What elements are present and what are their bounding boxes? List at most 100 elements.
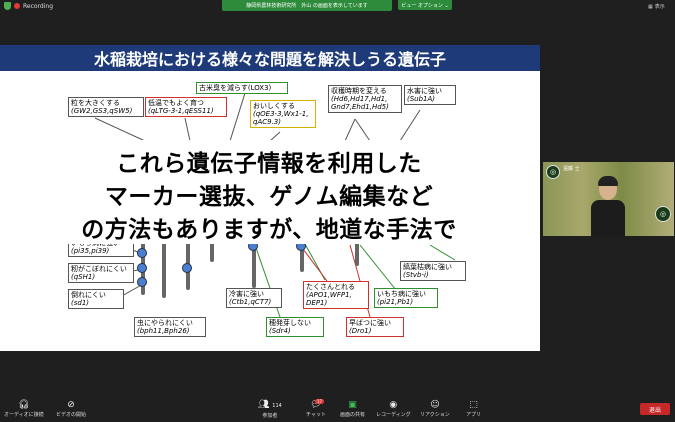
gene-box-label: 収穫時期を変える	[331, 87, 387, 95]
gene-box-label: おいしくする	[253, 102, 295, 110]
gene-box: 穂発芽しない (Sdr4)	[266, 317, 324, 337]
gene-box-genes: (pi21,Pb1)	[377, 298, 414, 306]
audio-label: オーディオに接続	[4, 412, 44, 418]
view-options-button[interactable]: ビュー オプション ⌄	[398, 0, 452, 10]
gene-box: 収穫時期を変える (Hd6,Hd17,Hd1, Gnd7,Ehd1,Hd5)	[328, 85, 402, 113]
person-body	[591, 200, 625, 236]
participants-label: 参加者	[262, 413, 278, 419]
gene-box-label: 籾がこぼれにくい	[71, 265, 127, 273]
recording-indicator[interactable]: Recording	[4, 2, 53, 10]
video-label: ビデオの開始	[56, 412, 87, 418]
apps-icon: ⬚	[469, 400, 478, 410]
gene-box-genes: (Sub1A)	[407, 95, 436, 103]
recording-label: Recording	[23, 2, 54, 10]
caption-overlay: これら遺伝子情報を利用した マーカー選抜、ゲノム編集など の方法もありますが、地…	[66, 140, 472, 244]
caption-line: マーカー選抜、ゲノム編集など	[104, 184, 434, 210]
participants-button[interactable]: 👥︎ 114 参加者	[258, 400, 282, 419]
headphones-icon: 🎧︎	[18, 400, 30, 410]
gene-box: 水害に強い (Sub1A)	[404, 85, 456, 105]
display-button[interactable]: ▦ 表示	[648, 3, 665, 11]
gene-box-genes: (Hd6,Hd17,Hd1, Gnd7,Ehd1,Hd5)	[331, 95, 389, 111]
participants-count: 114	[272, 403, 282, 409]
reaction-button[interactable]: ☺ リアクション	[420, 400, 450, 418]
chat-button[interactable]: 💬︎ 17 チャット	[306, 399, 326, 418]
gene-marker	[137, 248, 147, 258]
sharing-text: 静岡県農林技術研究所 外山 の画面を表示しています	[246, 3, 368, 9]
chat-badge: 17	[315, 399, 325, 404]
chromosome-bar	[162, 240, 166, 298]
gene-box-label: 穂発芽しない	[269, 319, 311, 327]
gene-box-label: 早ばつに強い	[349, 319, 391, 327]
gene-box-genes: (Ctb1,qCT7)	[229, 298, 272, 306]
gene-box-label: 倒れにくい	[71, 291, 106, 299]
participant-name: 遠藤 士	[563, 166, 580, 172]
people-icon: 👥︎ 114	[258, 400, 282, 410]
gene-box: 縞葉枯病に強い (Stvb-i)	[400, 261, 466, 281]
gene-box: たくさんとれる (APO1,WFP1, DEP1)	[303, 281, 369, 309]
gene-box-label: 虫にやられにくい	[137, 319, 193, 327]
chat-label: チャット	[306, 412, 326, 418]
gene-box-genes: (Stvb-i)	[403, 271, 429, 279]
gene-box-genes: (qLTG-3-1,qESS11)	[148, 107, 214, 115]
meeting-toolbar: 🎧︎ オーディオに接続 ⊘ ビデオの開始 👥︎ 114 参加者 💬︎ 17 チャ…	[0, 397, 675, 422]
record-icon: ◉	[389, 400, 398, 410]
video-button[interactable]: ⊘ ビデオの開始	[56, 400, 86, 418]
gene-box-genes: (pi35,pi39)	[71, 247, 110, 255]
gene-box-label: 冷害に強い	[229, 290, 264, 298]
record-dot-icon	[14, 3, 20, 9]
gene-box-genes: (APO1,WFP1, DEP1)	[306, 291, 352, 307]
record-button[interactable]: ◉ レコーディング	[376, 400, 411, 418]
emblem-icon: ◎	[546, 165, 560, 179]
leave-button[interactable]: 退出	[640, 403, 670, 415]
gene-marker	[182, 263, 192, 273]
gene-box-label: 古米臭を減らす(LOX3)	[199, 84, 272, 92]
gene-box-genes: (qSH1)	[71, 273, 96, 281]
gene-box: 倒れにくい (sd1)	[68, 289, 124, 309]
gene-box-label: 水害に強い	[407, 87, 442, 95]
participant-video[interactable]: ◎ 遠藤 士 ◎	[543, 162, 674, 236]
apps-button[interactable]: ⬚ アプリ	[466, 400, 481, 418]
gene-box: 粒を大きくする (GW2,GS3,qSW5)	[68, 97, 144, 117]
view-options-label: ビュー オプション ⌄	[401, 2, 449, 9]
gene-box-genes: (Sdr4)	[269, 327, 291, 335]
gene-box-genes: (Dro1)	[349, 327, 372, 335]
gene-box-label: いもち病に強い	[377, 290, 426, 298]
gene-box: 早ばつに強い (Dro1)	[346, 317, 404, 337]
display-label: 表示	[654, 4, 665, 10]
gene-box-genes: (sd1)	[71, 299, 90, 307]
gene-marker	[137, 277, 147, 287]
gene-box-genes: (bph11,Bph26)	[137, 327, 190, 335]
gene-box: 古米臭を減らす(LOX3)	[196, 82, 288, 94]
audio-button[interactable]: 🎧︎ オーディオに接続	[4, 400, 44, 418]
gene-box: いもち病に強い (pi21,Pb1)	[374, 288, 438, 308]
leave-label: 退出	[648, 406, 661, 414]
person-hair	[598, 176, 618, 186]
share-screen-button[interactable]: ▣ 画面の共有	[340, 400, 365, 418]
gene-box: おいしくする (qOE3-3,Wx1-1, qAC9.3)	[250, 100, 316, 128]
gene-box: 籾がこぼれにくい (qSH1)	[68, 263, 134, 283]
share-label: 画面の共有	[340, 412, 366, 418]
emblem-icon: ◎	[655, 206, 671, 222]
gene-box-label: 粒を大きくする	[71, 99, 120, 107]
video-off-icon: ⊘	[67, 400, 75, 410]
gene-box-genes: (qOE3-3,Wx1-1, qAC9.3)	[253, 110, 309, 126]
gene-box-label: たくさんとれる	[306, 283, 355, 291]
gene-box: 低温でもよく育つ (qLTG-3-1,qESS11)	[145, 97, 227, 117]
gene-box-genes: (GW2,GS3,qSW5)	[71, 107, 133, 115]
emoji-icon: ☺	[430, 400, 440, 410]
reaction-label: リアクション	[420, 412, 450, 418]
shield-icon	[4, 2, 11, 10]
shared-slide: 水稲栽培における様々な問題を解決しうる遺伝子 粒を大きくする (GW2,GS3,…	[0, 45, 540, 351]
gene-marker	[137, 263, 147, 273]
grid-icon: ▦	[648, 3, 653, 10]
caption-line: これら遺伝子情報を利用した	[116, 151, 422, 177]
apps-label: アプリ	[466, 412, 482, 418]
gene-box-label: 縞葉枯病に強い	[403, 263, 452, 271]
share-screen-icon: ▣	[348, 400, 357, 410]
participant-figure	[591, 176, 625, 236]
record-label: レコーディング	[376, 412, 411, 418]
sharing-banner: 静岡県農林技術研究所 外山 の画面を表示しています	[222, 0, 392, 11]
top-bar: Recording 静岡県農林技術研究所 外山 の画面を表示しています ビュー …	[0, 0, 675, 14]
gene-box: 冷害に強い (Ctb1,qCT7)	[226, 288, 282, 308]
caption-line: の方法もありますが、地道な手法で	[81, 217, 457, 243]
